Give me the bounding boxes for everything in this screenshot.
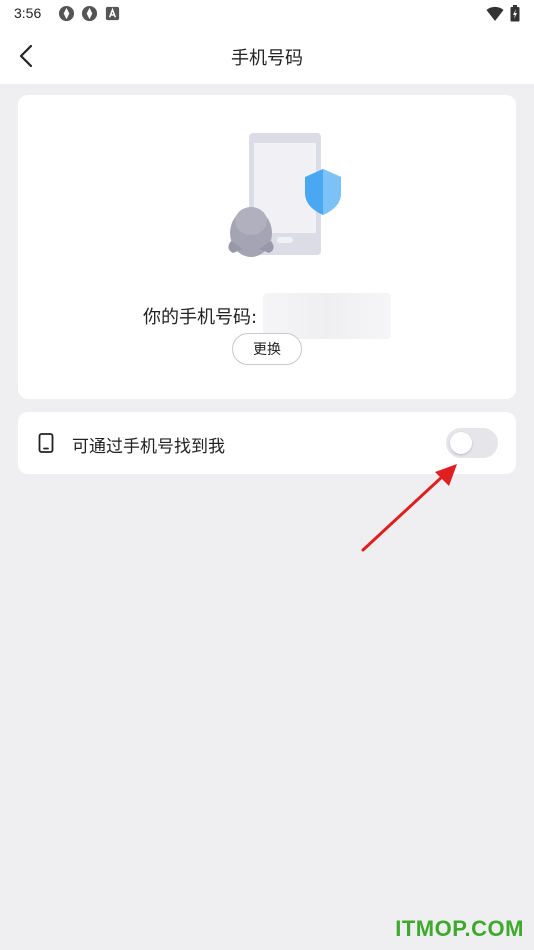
toggle-knob	[450, 432, 472, 454]
status-system-icons	[486, 5, 520, 22]
change-phone-button[interactable]: 更换	[232, 333, 302, 365]
app-icon	[58, 5, 75, 22]
wifi-icon	[486, 6, 504, 21]
find-by-phone-toggle[interactable]	[446, 428, 498, 458]
annotation-arrow-icon	[361, 464, 457, 552]
mobile-phone-icon	[38, 433, 54, 453]
watermark: ITMOP.COM	[395, 916, 524, 941]
battery-icon	[510, 5, 520, 22]
status-time: 3:56	[14, 5, 42, 21]
status-bar: 3:56	[0, 0, 534, 28]
phone-number-label: 你的手机号码:	[142, 307, 258, 328]
phone-number-card: 你的手机号码: 更换	[18, 95, 516, 399]
nav-bar: 手机号码	[0, 28, 534, 84]
page-title: 手机号码	[231, 48, 303, 69]
phone-shield-penguin-illustration	[228, 133, 341, 257]
notification-a-icon	[105, 6, 120, 21]
app-icon	[81, 5, 98, 22]
find-by-phone-label: 可通过手机号找到我	[72, 437, 225, 457]
status-notification-icons	[58, 5, 121, 22]
